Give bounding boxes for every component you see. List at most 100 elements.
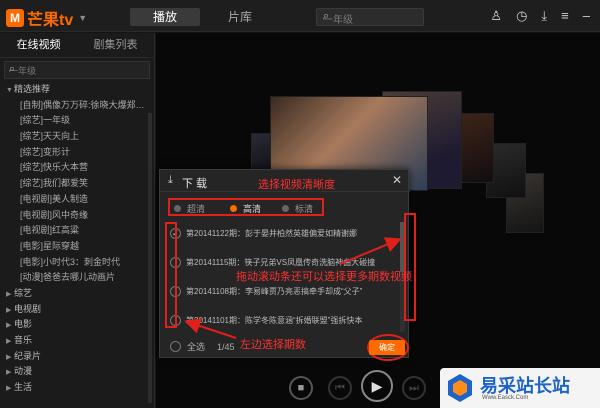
tab-play[interactable]: 播放 xyxy=(130,8,200,26)
sidebar-item-label: 动漫 xyxy=(14,366,33,377)
select-all-label[interactable]: 全选 xyxy=(187,340,205,353)
episode-label: 第20141108期：李易峰贾乃亮恶搞牵手却成“父子” xyxy=(186,287,363,296)
logo-icon: M xyxy=(6,9,24,27)
sidebar: 在线视频 剧集列表 一年级 ⌕ ▼精选推荐 [自制]偶像万万碎:徐晓大爆郑… [综艺… xyxy=(0,33,155,408)
sidebar-item[interactable]: [电视剧]红高粱 xyxy=(0,223,154,239)
sidebar-item-label: [综艺]变形计 xyxy=(20,146,71,157)
sidebar-item[interactable]: [电影]小时代3：刺金时代 xyxy=(0,255,154,271)
annotation-quality: 选择视频清晰度 xyxy=(258,179,335,191)
sidebar-item[interactable]: [综艺]我们都爱笑 xyxy=(0,176,154,192)
logo-text: 芒果tv xyxy=(27,12,74,29)
sidebar-item[interactable]: [综艺]快乐大本营 xyxy=(0,160,154,176)
episode-row[interactable]: 第20141115期：筷子兄弟VS凤凰传奇洗脑神曲大碰撞 xyxy=(170,257,400,268)
watermark: 易采站长站 Www.Easck.Com xyxy=(440,368,600,408)
dialog-title: 下 载 xyxy=(182,178,208,190)
chevron-down-icon[interactable]: ▼ xyxy=(78,13,87,23)
sidebar-item-label: 生活 xyxy=(14,382,33,393)
sidebar-category[interactable]: ▶ 综艺 xyxy=(0,286,154,302)
history-icon[interactable]: ◷ xyxy=(516,8,527,24)
sidebar-list: ▼精选推荐 [自制]偶像万万碎:徐晓大爆郑… [综艺]一年级 [综艺]天天向上 [综艺]… xyxy=(0,82,154,396)
annotation-scroll: 拖动滚动条还可以选择更多期数视频 xyxy=(236,271,412,283)
sidebar-item[interactable]: [电视剧]风中奇缘 xyxy=(0,208,154,224)
sidebar-item[interactable]: [综艺]变形计 xyxy=(0,145,154,161)
chevron-right-icon[interactable]: ▶ xyxy=(6,381,14,396)
play-button[interactable]: ▶ xyxy=(361,370,393,402)
sidebar-item-label: [动漫]爸爸去哪儿动画片 xyxy=(20,272,116,283)
tab-episode-list[interactable]: 剧集列表 xyxy=(77,33,154,57)
episode-row[interactable]: ✓ 第20141122期：彭于晏井柏然英雄偏爱如精谢娜 xyxy=(170,228,400,239)
app-logo[interactable]: M 芒果tv ▼ xyxy=(6,6,87,30)
sidebar-category[interactable]: ▶ 电影 xyxy=(0,317,154,333)
dialog-footer: 全选 1/45 xyxy=(170,340,235,353)
tab-online-video[interactable]: 在线视频 xyxy=(0,33,77,57)
sidebar-search-input[interactable]: 一年级 ⌕ xyxy=(4,61,150,79)
sidebar-item[interactable]: [电影]星际穿越 xyxy=(0,239,154,255)
next-button[interactable]: ⏭ xyxy=(402,376,426,400)
search-icon[interactable]: ⌕ xyxy=(9,63,145,76)
quality-label: 超清 xyxy=(187,204,206,214)
sidebar-item-label: 电视剧 xyxy=(14,303,42,314)
radio-icon xyxy=(174,205,181,212)
radio-icon xyxy=(230,205,237,212)
quality-option-standard[interactable]: 标清 xyxy=(282,202,313,215)
scroll-highlight xyxy=(404,213,416,321)
chevron-right-icon[interactable]: ▶ xyxy=(6,318,14,333)
confirm-button[interactable]: 确定 xyxy=(369,340,405,355)
episode-row[interactable]: 第20141101期：陈学冬陈意涵“拆婚联盟”强拆快本 xyxy=(170,315,400,326)
checkbox-highlight xyxy=(165,222,177,328)
sidebar-category[interactable]: ▶ 纪录片 xyxy=(0,349,154,365)
watermark-logo-icon xyxy=(448,374,472,402)
sidebar-item-label: [电影]小时代3：刺金时代 xyxy=(20,256,121,267)
select-all-checkbox[interactable] xyxy=(170,341,181,352)
sidebar-category[interactable]: ▶ 音乐 xyxy=(0,333,154,349)
sidebar-item[interactable]: [综艺]天天向上 xyxy=(0,129,154,145)
sidebar-item-label: 精选推荐 xyxy=(14,84,51,94)
sidebar-item-label: [综艺]天天向上 xyxy=(20,131,80,142)
episode-label: 第20141122期：彭于晏井柏然英雄偏爱如精谢娜 xyxy=(186,229,357,238)
quality-option-super[interactable]: 超清 xyxy=(174,202,205,215)
quality-label: 高清 xyxy=(243,204,262,214)
chevron-right-icon[interactable]: ▶ xyxy=(6,334,14,349)
download-icon[interactable]: ⤓ xyxy=(541,8,547,24)
chevron-right-icon[interactable]: ▶ xyxy=(6,350,14,365)
sidebar-category[interactable]: ▶ 电视剧 xyxy=(0,302,154,318)
sidebar-item-label: [电视剧]红高粱 xyxy=(20,225,80,236)
sidebar-item-label: [电影]星际穿越 xyxy=(20,240,80,251)
episode-label: 第20141115期：筷子兄弟VS凤凰传奇洗脑神曲大碰撞 xyxy=(186,258,376,267)
tab-library[interactable]: 片库 xyxy=(205,8,275,26)
sidebar-item[interactable]: [自制]偶像万万碎:徐晓大爆郑… xyxy=(0,98,154,114)
user-icon[interactable]: ♙ xyxy=(490,8,502,24)
annotation-select: 左边选择期数 xyxy=(240,339,306,351)
previous-button[interactable]: ⏮ xyxy=(328,376,352,400)
sidebar-scrollbar[interactable] xyxy=(148,113,152,403)
sidebar-item-label: 综艺 xyxy=(14,287,33,298)
sidebar-item[interactable]: [动漫]爸爸去哪儿动画片 xyxy=(0,270,154,286)
download-dialog: ⤓ 下 载 ✕ 超清 高清 标清 ✓ 第20141122期：彭于晏井柏然英雄偏爱… xyxy=(159,169,410,361)
chevron-down-icon[interactable]: ▼ xyxy=(6,83,14,98)
sidebar-item-label: 音乐 xyxy=(14,335,33,345)
sidebar-item-label: [电视剧]风中奇缘 xyxy=(20,209,89,220)
sidebar-item-label: [综艺]我们都爱笑 xyxy=(20,178,89,189)
top-bar: M 芒果tv ▼ 播放 片库 一年级 ⌕ ♙ ◷ ⤓ ≡ – xyxy=(0,0,600,32)
sidebar-item[interactable]: [电视剧]美人制造 xyxy=(0,192,154,208)
chevron-right-icon[interactable]: ▶ xyxy=(6,365,14,380)
episode-row[interactable]: 第20141108期：李易峰贾乃亮恶搞牵手却成“父子” xyxy=(170,286,400,297)
minimize-icon[interactable]: – xyxy=(583,8,590,24)
episode-label: 第20141101期：陈学冬陈意涵“拆婚联盟”强拆快本 xyxy=(186,316,363,325)
sidebar-category[interactable]: ▶ 生活 xyxy=(0,380,154,396)
sidebar-item-label: 电影 xyxy=(14,319,33,330)
sidebar-category[interactable]: ▶ 动漫 xyxy=(0,364,154,380)
sidebar-item-label: 纪录片 xyxy=(14,350,42,361)
top-search-input[interactable]: 一年级 ⌕ xyxy=(316,8,424,26)
sidebar-item[interactable]: [综艺]一年级 xyxy=(0,113,154,129)
close-icon[interactable]: ✕ xyxy=(392,173,402,187)
quality-option-high[interactable]: 高清 xyxy=(230,202,261,215)
sidebar-category[interactable]: ▼精选推荐 xyxy=(0,82,154,98)
sidebar-item-label: [综艺]快乐大本营 xyxy=(20,162,89,173)
chevron-right-icon[interactable]: ▶ xyxy=(6,303,14,318)
sidebar-item-label: [电视剧]美人制造 xyxy=(20,193,89,204)
chevron-right-icon[interactable]: ▶ xyxy=(6,287,14,302)
stop-button[interactable]: ■ xyxy=(289,376,313,400)
search-icon[interactable]: ⌕ xyxy=(323,10,418,23)
menu-icon[interactable]: ≡ xyxy=(561,8,569,24)
